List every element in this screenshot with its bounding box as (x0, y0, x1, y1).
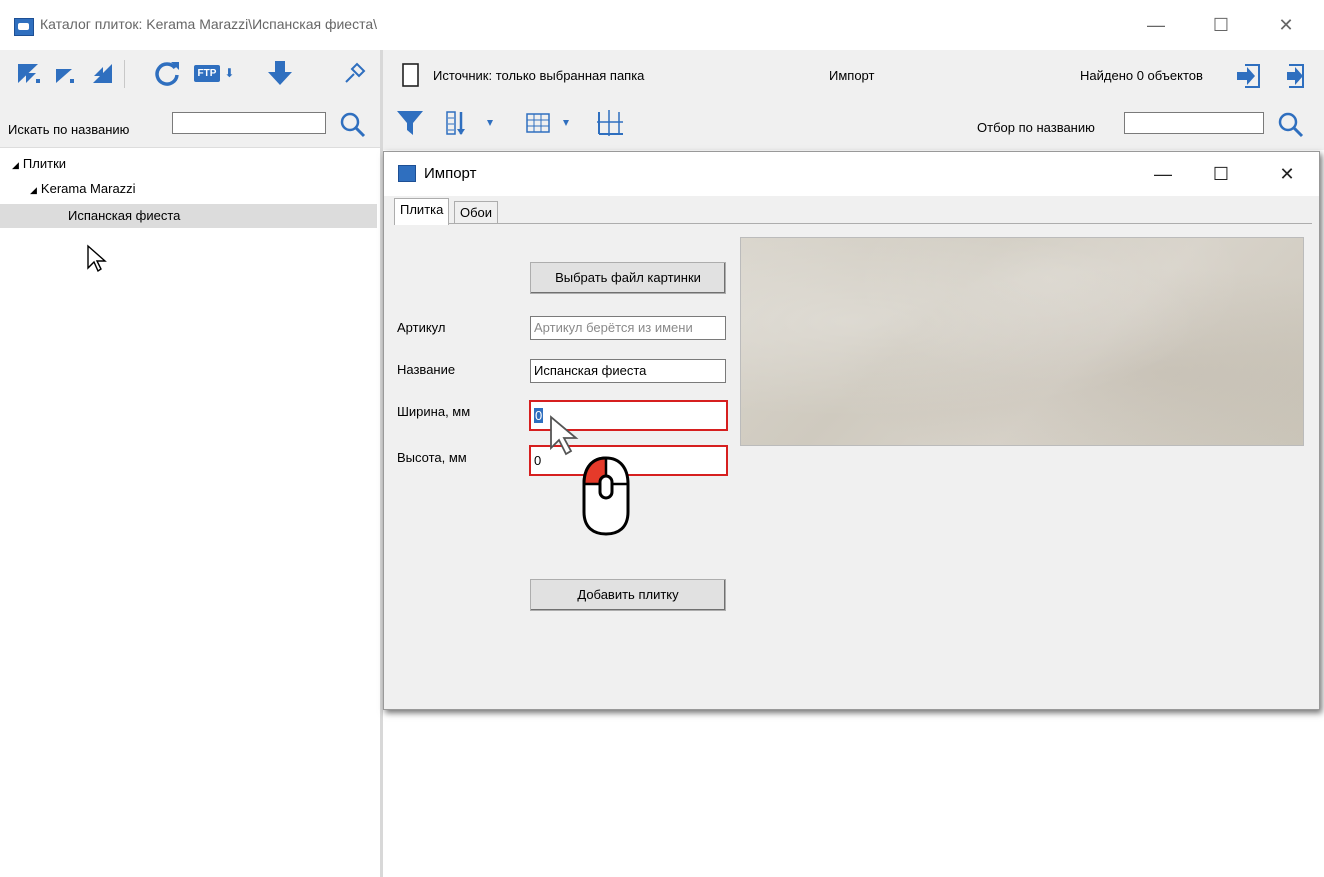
height-label: Высота, мм (397, 450, 467, 465)
ftp-label: FTP (193, 64, 221, 82)
found-count-label: Найдено 0 объектов (1080, 68, 1203, 83)
choose-image-file-button[interactable]: Выбрать файл картинки (530, 262, 726, 294)
tree-node-label: Плитки (22, 156, 67, 171)
maximize-button[interactable]: ☐ (1198, 10, 1244, 40)
document-icon (401, 62, 421, 91)
collapse-tree-icon[interactable] (14, 58, 44, 88)
dialog-titlebar: Импорт — ☐ ✕ (384, 152, 1319, 196)
filter-by-name-label: Отбор по названию (977, 120, 1095, 135)
ftp-icon[interactable]: FTP ⬇ (193, 58, 234, 88)
toolbar-separator (124, 60, 125, 88)
width-value: 0 (534, 408, 544, 423)
width-label: Ширина, мм (397, 404, 471, 419)
tree-node-label: Испанская фиеста (68, 208, 181, 223)
tree-node-tiles[interactable]: ◢ Плитки (0, 152, 389, 176)
dialog-title: Импорт (424, 165, 477, 182)
pin-icon[interactable] (340, 58, 370, 88)
filter-search-icon[interactable] (1276, 110, 1306, 138)
name-label: Название (397, 362, 456, 377)
window-title: Каталог плиток: Kerama Marazzi\Испанская… (40, 16, 378, 32)
name-field[interactable]: Испанская фиеста (530, 359, 726, 383)
columns-icon[interactable] (523, 108, 579, 138)
mouse-click-icon (578, 454, 634, 541)
app-icon (14, 18, 34, 36)
add-tile-button[interactable]: Добавить плитку (530, 579, 726, 611)
import-label[interactable]: Импорт (829, 68, 874, 83)
search-input[interactable] (172, 112, 326, 134)
close-button[interactable]: ✕ (1263, 10, 1309, 40)
sort-icon[interactable] (443, 108, 503, 138)
left-toolbar: FTP ⬇ Искать по названию (0, 50, 380, 148)
mouse-pointer-icon (86, 244, 108, 277)
tree-node-label: Kerama Marazzi (40, 181, 136, 196)
download-icon[interactable] (265, 58, 295, 88)
dialog-minimize-button[interactable]: — (1140, 158, 1186, 190)
article-field[interactable]: Артикул берётся из имени (530, 316, 726, 340)
filter-by-name-input[interactable] (1124, 112, 1264, 134)
source-label: Источник: только выбранная папка (433, 68, 645, 83)
minimize-button[interactable]: — (1133, 10, 1179, 40)
tree-node-kerama-marazzi[interactable]: ◢ Kerama Marazzi (0, 177, 407, 201)
export-document-icon[interactable] (1281, 62, 1309, 93)
tab-tile[interactable]: Плитка (394, 198, 450, 225)
dialog-close-button[interactable]: ✕ (1264, 158, 1310, 190)
expanded-triangle-icon[interactable]: ◢ (30, 185, 37, 195)
tree-node-spanish-fiesta[interactable]: Испанская фиеста (0, 204, 377, 228)
tab-wallpaper[interactable]: Обои (454, 201, 499, 224)
import-document-icon[interactable] (1235, 62, 1263, 93)
refresh-icon[interactable] (152, 58, 182, 88)
window-titlebar: Каталог плиток: Kerama Marazzi\Испанская… (0, 0, 1324, 50)
expanded-triangle-icon[interactable]: ◢ (12, 160, 19, 170)
dialog-app-icon (398, 165, 416, 182)
catalog-tree-panel: FTP ⬇ Искать по названию ◢ Плитки ◢ Kerama… (0, 50, 383, 877)
article-label: Артикул (397, 320, 446, 335)
filter-icon[interactable] (395, 108, 425, 141)
expand-tree-icon[interactable] (88, 58, 118, 88)
filter-tree-icon[interactable] (50, 58, 80, 88)
dialog-maximize-button[interactable]: ☐ (1198, 158, 1244, 190)
right-toolbar: Источник: только выбранная папка Импорт … (383, 50, 1324, 150)
search-icon[interactable] (338, 110, 368, 138)
grid-icon[interactable] (595, 108, 625, 141)
search-label: Искать по названию (8, 122, 130, 137)
tile-preview-image (740, 237, 1304, 446)
dropdown-arrow-icon[interactable]: ⬇ (224, 66, 234, 80)
